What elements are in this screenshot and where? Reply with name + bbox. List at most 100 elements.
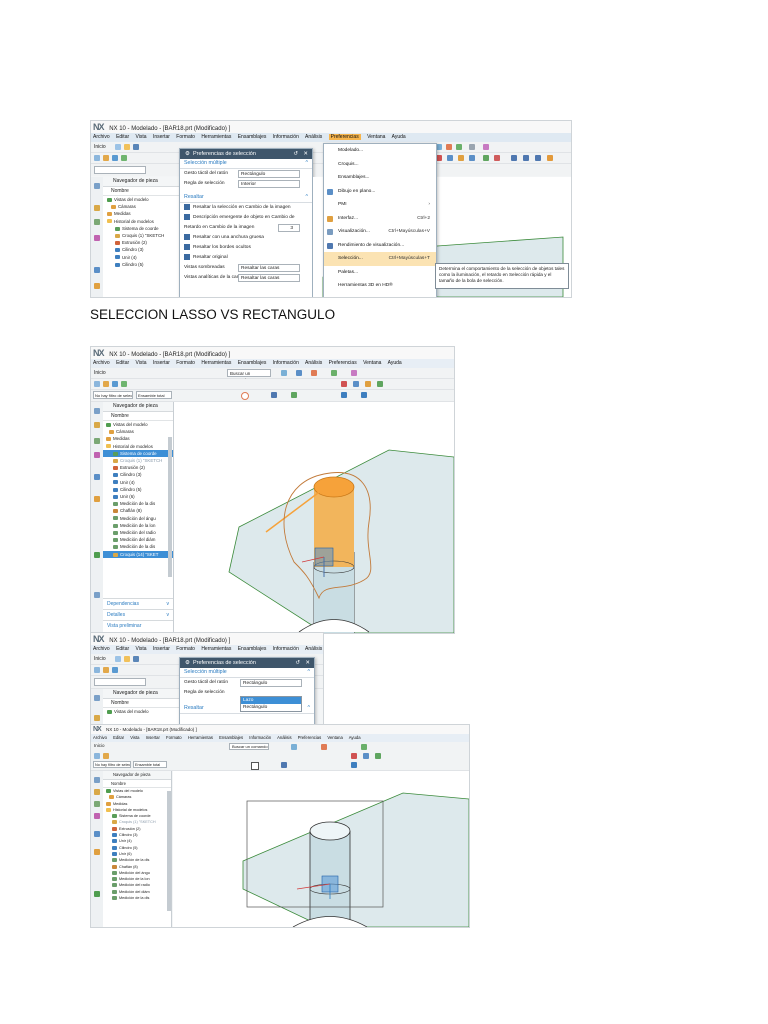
history-icon[interactable]: [94, 474, 100, 480]
tree-item[interactable]: Medidas: [103, 210, 185, 217]
tool-icon[interactable]: [94, 667, 100, 673]
menu-insertar[interactable]: Insertar: [153, 646, 170, 652]
graphics-window[interactable]: [174, 402, 454, 633]
role-icon[interactable]: [94, 891, 100, 897]
menu-formato[interactable]: Formato: [176, 646, 195, 652]
close-icon[interactable]: ✕: [303, 149, 308, 159]
tool-icon[interactable]: [112, 155, 118, 161]
web-icon[interactable]: [94, 849, 100, 855]
menu-archivo[interactable]: Archivo: [93, 360, 110, 366]
menu-formato[interactable]: Formato: [176, 360, 195, 366]
menu-informacion[interactable]: Información: [273, 134, 299, 140]
section-multi-select[interactable]: Selección múltiple ^: [180, 668, 314, 678]
tree-item[interactable]: Cilindro (3): [103, 246, 185, 253]
history-icon[interactable]: [94, 267, 100, 273]
tree-item[interactable]: Medición de la dis: [103, 543, 173, 550]
tool-icon[interactable]: [94, 155, 100, 161]
reuse-icon[interactable]: [94, 235, 100, 241]
navigator-column-name[interactable]: Nombre: [103, 699, 183, 708]
menu-formato[interactable]: Formato: [176, 134, 195, 140]
menu-vista[interactable]: Vista: [130, 735, 139, 740]
tool-icon[interactable]: [377, 381, 383, 387]
constraint-icon[interactable]: [94, 438, 100, 444]
menu-informacion[interactable]: Información: [273, 360, 299, 366]
tree-item[interactable]: Extrusión (2): [103, 464, 173, 471]
assembly-icon[interactable]: [94, 715, 100, 721]
tree-item[interactable]: Medición del diám: [103, 536, 173, 543]
tab-vista-preliminar[interactable]: Vista preliminar: [103, 620, 173, 631]
menu-preferencias[interactable]: Preferencias: [328, 134, 361, 140]
history-icon[interactable]: [94, 831, 100, 837]
menu-analisis[interactable]: Análisis: [305, 134, 322, 140]
menu-ventana[interactable]: Ventana: [363, 360, 381, 366]
menu-vista[interactable]: Vista: [136, 134, 147, 140]
tool-icon[interactable]: [469, 155, 475, 161]
menu-item-seleccion[interactable]: Selección... Ctrl+Mayúsculas+T: [324, 252, 436, 266]
web-icon[interactable]: [94, 496, 100, 502]
new-icon[interactable]: [115, 656, 121, 662]
checkbox-checked-icon[interactable]: [184, 203, 190, 210]
selection-filter-dropdown[interactable]: No hay filtro de selección: [93, 761, 131, 768]
open-icon[interactable]: [124, 144, 130, 150]
tree-item[interactable]: Croquis (1) "SKETCH: [103, 232, 185, 239]
menu-ensamblajes[interactable]: Ensamblajes: [238, 134, 267, 140]
tool-icon[interactable]: [456, 144, 462, 150]
tree-item[interactable]: Medición de la dis: [103, 895, 171, 901]
filter-dropdown[interactable]: [94, 678, 146, 686]
tool-icon[interactable]: [121, 155, 127, 161]
navigator-column-name[interactable]: Nombre: [103, 412, 173, 421]
tree-item[interactable]: Extrusión (2): [103, 239, 185, 246]
tree-item[interactable]: Vistas del modelo: [103, 421, 173, 428]
menu-ensamblajes[interactable]: Ensamblajes: [219, 735, 243, 740]
menu-ensamblajes[interactable]: Ensamblajes: [238, 360, 267, 366]
menu-vista[interactable]: Vista: [136, 360, 147, 366]
menu-item-pmi[interactable]: PMI ›: [324, 198, 436, 212]
section-multi-select[interactable]: Selección múltiple ^: [180, 159, 312, 169]
open-icon[interactable]: [124, 656, 130, 662]
lasso-select-icon[interactable]: [241, 392, 249, 400]
menu-ventana[interactable]: Ventana: [327, 735, 342, 740]
tool-icon[interactable]: [361, 392, 367, 398]
navigator-column-name[interactable]: Nombre: [103, 780, 171, 788]
section-highlight[interactable]: Resaltar ^: [180, 193, 312, 203]
tree-item[interactable]: Cilindro (5): [103, 261, 185, 268]
tree-item[interactable]: Sistema de coorde: [103, 225, 185, 232]
save-icon[interactable]: [133, 656, 139, 662]
menu-archivo[interactable]: Archivo: [93, 134, 110, 140]
start-button[interactable]: Inicio: [94, 742, 105, 750]
tool-icon[interactable]: [321, 744, 327, 750]
close-icon[interactable]: ✕: [305, 658, 310, 668]
tool-icon[interactable]: [103, 667, 109, 673]
command-search[interactable]: Buscar un comando: [227, 369, 271, 383]
reset-icon[interactable]: ↺: [293, 149, 298, 159]
checkbox-row[interactable]: Descripción emergente de objeto en Cambi…: [180, 213, 312, 223]
start-button[interactable]: Inicio: [94, 655, 106, 663]
tool-icon[interactable]: [363, 753, 369, 759]
menu-insertar[interactable]: Insertar: [153, 360, 170, 366]
menu-herramientas[interactable]: Herramientas: [188, 735, 213, 740]
tree-item[interactable]: Vistas del modelo: [103, 708, 183, 715]
menu-preferencias[interactable]: Preferencias: [329, 360, 357, 366]
selection-filter-dropdown[interactable]: No hay filtro de selección: [93, 391, 133, 399]
tree-item[interactable]: Unir (4): [103, 479, 173, 486]
reuse-icon[interactable]: [94, 813, 100, 819]
menu-item-croquis[interactable]: Croquis...: [324, 158, 436, 172]
reset-icon[interactable]: ↺: [295, 658, 300, 668]
analytic-select[interactable]: Resaltar las caras: [238, 274, 300, 282]
menu-item-paletas[interactable]: Paletas...: [324, 266, 436, 280]
tool-icon[interactable]: [112, 667, 118, 673]
assembly-scope-dropdown[interactable]: Ensamble total: [136, 391, 172, 399]
tool-icon[interactable]: [341, 392, 347, 398]
assembly-scope-dropdown[interactable]: Ensamble total: [133, 761, 167, 768]
menu-informacion[interactable]: Información: [273, 646, 299, 652]
shaded-select[interactable]: Resaltar las caras: [238, 264, 300, 272]
delay-spinner[interactable]: 3: [278, 224, 300, 232]
assembly-icon[interactable]: [94, 789, 100, 795]
menu-ayuda[interactable]: Ayuda: [349, 735, 361, 740]
dropdown-option-rectangulo[interactable]: Rectángulo: [241, 704, 301, 711]
tree-item[interactable]: Vistas del modelo: [103, 196, 185, 203]
menu-ventana[interactable]: Ventana: [367, 134, 385, 140]
tree-item[interactable]: Medición de la dis: [103, 500, 173, 507]
menu-analisis[interactable]: Análisis: [305, 646, 322, 652]
menu-herramientas[interactable]: Herramientas: [201, 134, 231, 140]
